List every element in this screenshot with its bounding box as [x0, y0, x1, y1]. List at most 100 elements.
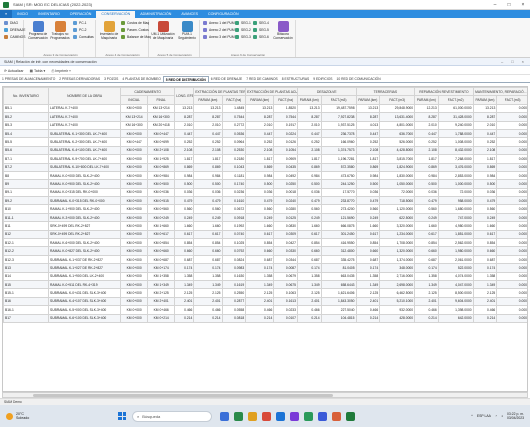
table-cell[interactable]: SUBRAMAL K-6+100 DEL SLK-3+400	[48, 313, 122, 323]
caminos-button[interactable]: CAMINOS	[4, 34, 25, 40]
table-cell[interactable]: 1.817	[296, 154, 322, 164]
table-cell[interactable]: KM 0+660	[147, 246, 176, 256]
seg3-button[interactable]: SEG-3	[235, 34, 251, 40]
table-row[interactable]: B7-2 SUBLATERAL K-10+800 DEL LK-7+400 KM 0…	[3, 162, 527, 172]
table-cell[interactable]: 0.466	[296, 305, 322, 315]
table-button[interactable]: ▦ Tabla ▾	[30, 69, 46, 73]
table-cell[interactable]: 1.358	[245, 271, 275, 282]
table-cell[interactable]: 0.1063	[273, 288, 298, 298]
table-cell[interactable]: SUBRAMAL K-5+000 DEL SLK-3+400	[48, 305, 122, 315]
table-cell[interactable]: 72.0000	[379, 187, 416, 198]
table-cell[interactable]: KM 0+000	[120, 154, 149, 164]
table-cell[interactable]: 13.213	[245, 103, 275, 114]
table-cell[interactable]: 0.447	[414, 128, 439, 139]
table-cell[interactable]: 2,061.0000	[437, 254, 474, 265]
table-cell[interactable]: 0.000	[496, 128, 527, 139]
table-cell[interactable]: 0.036	[193, 187, 223, 198]
table-cell[interactable]: 2.108	[414, 145, 439, 156]
table-cell[interactable]: 0.000	[496, 271, 527, 282]
tab-2[interactable]: 2 PRESAS DERIVADORAS	[57, 76, 102, 82]
table-cell[interactable]: 0.000	[496, 137, 527, 147]
table-cell[interactable]: 2.401	[296, 296, 322, 307]
table-cell[interactable]: KM 0+174	[147, 263, 176, 273]
data-grid[interactable]: No. INVENTARIO NOMBRE DE LA OBRA CADENAMIE…	[2, 86, 528, 392]
table-cell[interactable]: 0.036	[296, 187, 322, 198]
table-cell[interactable]: 1,050.0000	[379, 179, 416, 189]
table-cell[interactable]: 2.125	[245, 288, 275, 298]
table-cell[interactable]: 2,698.0000	[379, 279, 416, 290]
table-cell[interactable]: 0.687	[472, 254, 498, 265]
table-cell[interactable]: KM 0+000	[120, 128, 149, 139]
table-cell[interactable]: 3,476.0000	[437, 162, 474, 172]
table-cell[interactable]: 0.687	[193, 254, 223, 265]
table-row[interactable]: B15-1 SUBRAMAL K-0+431 DEL SLK-3+400 KM 0+…	[3, 288, 527, 298]
table-cell[interactable]: 0.252	[472, 137, 498, 147]
table-cell[interactable]: 0.617	[472, 229, 498, 240]
table-cell[interactable]: 0.174	[355, 263, 381, 273]
table-cell[interactable]: KM 0+000	[120, 145, 149, 156]
table-cell[interactable]: B12-1	[3, 238, 50, 248]
table-row[interactable]: B7-1 SUBLATERAL K-9+700 DEL LK-7+400 KM 0+…	[3, 154, 527, 164]
table-cell[interactable]: 0.2180	[221, 154, 247, 164]
table-cell[interactable]: 0.0344	[273, 254, 298, 265]
table-row[interactable]: B16 SUBRAMAL K-4+107 DEL SLK-3+400 KM 0+00…	[3, 296, 527, 307]
table-cell[interactable]: 1.349	[245, 279, 275, 290]
table-cell[interactable]: KM 0+984	[147, 170, 176, 181]
table-cell[interactable]: 4,047.0000	[437, 279, 474, 290]
table-cell[interactable]: 0.0675	[273, 279, 298, 290]
table-cell[interactable]: SUBRAMAL K-4+107 DEL SLK-3+400	[48, 296, 122, 307]
table-cell[interactable]: 1.817	[245, 154, 275, 164]
table-cell[interactable]: 2.010	[296, 120, 322, 130]
table-cell[interactable]: KM 20+418	[147, 120, 176, 130]
table-row[interactable]: B15 RAMAL K-0+511 DEL RK-4+319 KM 0+000 KM …	[3, 279, 527, 290]
table-cell[interactable]: 1,374.0000	[379, 254, 416, 265]
word-icon[interactable]	[318, 411, 327, 421]
table-cell[interactable]: 0.000	[496, 187, 527, 198]
table-row[interactable]: B11-1 RAMAL K-3+000 DEL SLK-2+400 KM 0+000…	[3, 212, 527, 223]
column-subheader[interactable]: PARAM.(km)	[355, 95, 381, 105]
table-cell[interactable]: 2.010	[174, 120, 195, 130]
table-cell[interactable]: 0.560	[414, 204, 439, 214]
table-cell[interactable]: B5-2	[3, 112, 50, 122]
table-cell[interactable]: 0.0792	[221, 246, 247, 256]
table-cell[interactable]: 0.0830	[273, 221, 298, 231]
powerpoint-icon[interactable]	[332, 411, 341, 421]
table-cell[interactable]: KM 0+000	[120, 170, 149, 181]
table-cell[interactable]: 1.349	[472, 279, 498, 290]
table-cell[interactable]: 0.560	[174, 204, 195, 214]
table-cell[interactable]: 0.0018	[273, 187, 298, 198]
table-cell[interactable]: 0.000	[496, 120, 527, 130]
column-subheader[interactable]: PARAM.(km)	[245, 95, 275, 105]
table-cell[interactable]: 1.660	[414, 221, 439, 231]
table-cell[interactable]: 0.252	[296, 137, 322, 147]
table-cell[interactable]: 0.252	[245, 137, 275, 147]
table-cell[interactable]: 0.854	[245, 238, 275, 248]
child-maximize-button[interactable]: □	[511, 59, 513, 64]
table-cell[interactable]: 0.869	[414, 162, 439, 172]
table-cell[interactable]: 0.000	[496, 221, 527, 231]
table-cell[interactable]: 0.214	[174, 313, 195, 323]
table-cell[interactable]: 2.401	[355, 296, 381, 307]
table-cell[interactable]: B8	[3, 170, 50, 181]
table-row[interactable]: B17 SUBRAMAL K-6+100 DEL SLK-3+400 KM 0+00…	[3, 313, 527, 323]
table-cell[interactable]: 0.036	[245, 187, 275, 198]
tab-1[interactable]: 1 PRESAS DE ALMACENAMIENTO	[0, 76, 57, 82]
browser-icon[interactable]	[262, 411, 271, 421]
table-cell[interactable]: B14	[3, 271, 50, 282]
table-cell[interactable]: KM 0+000	[120, 288, 149, 298]
table-cell[interactable]: 718.5000	[379, 196, 416, 206]
table-cell[interactable]: 104.4815	[320, 313, 357, 323]
table-cell[interactable]: 526.0000	[379, 137, 416, 147]
table-cell[interactable]: 0.447	[355, 128, 381, 139]
table-cell[interactable]: 0.000	[496, 305, 527, 315]
table-cell[interactable]: 233.8770	[320, 196, 357, 206]
table-cell[interactable]: B7-1	[3, 154, 50, 164]
table-cell[interactable]: 0.0983	[221, 263, 247, 273]
table-cell[interactable]: 0.617	[355, 229, 381, 240]
clock[interactable]: 03:22 p. m. 03/04/2023	[507, 412, 524, 421]
table-cell[interactable]: 636.7000	[379, 128, 416, 139]
column-header[interactable]: MANTENIMIENTO, REPARACIÓ...	[472, 87, 527, 97]
table-cell[interactable]: 0.1619	[221, 279, 247, 290]
table-cell[interactable]: 1,621.6406	[320, 288, 357, 298]
table-cell[interactable]: 0.617	[296, 229, 322, 240]
